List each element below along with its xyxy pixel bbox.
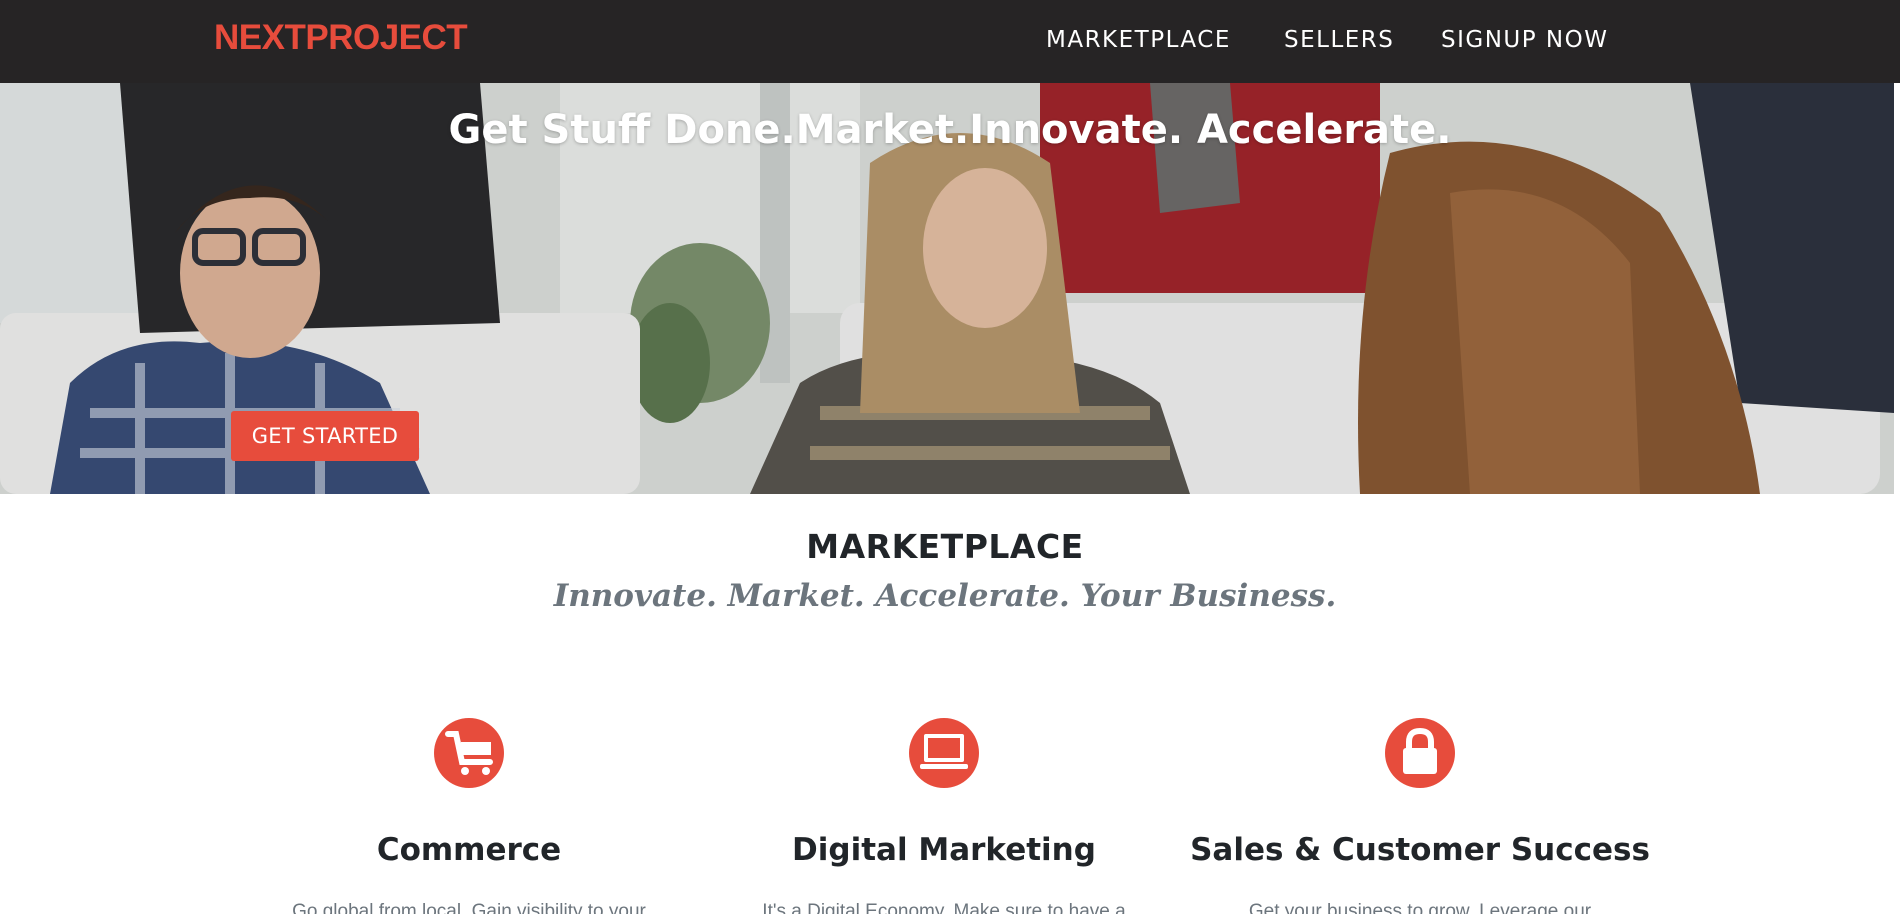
feature-digital-marketing: Digital Marketing It's a Digital Economy… xyxy=(704,718,1184,914)
brand-logo[interactable]: NEXTPROJECT xyxy=(214,18,468,58)
feature-description: Get your business to grow. Leverage our xyxy=(1248,901,1592,914)
section-subtitle: Innovate. Market. Accelerate. Your Busin… xyxy=(553,578,1337,614)
feature-sales-customer-success: Sales & Customer Success Get your busine… xyxy=(1180,718,1660,914)
feature-commerce: Commerce Go global from local. Gain visi… xyxy=(229,718,709,914)
nav-link-marketplace[interactable]: MARKETPLACE xyxy=(1046,27,1231,53)
lock-icon xyxy=(1385,718,1455,788)
section-title: MARKETPLACE xyxy=(806,527,1084,566)
hero-banner: Get Stuff Done.Market.Innovate. Accelera… xyxy=(0,83,1894,494)
feature-description: Go global from local. Gain visibility to… xyxy=(292,901,646,914)
get-started-button[interactable]: GET STARTED xyxy=(231,411,419,461)
nav-link-signup-now[interactable]: SIGNUP NOW xyxy=(1441,27,1608,53)
feature-heading: Commerce xyxy=(376,832,562,868)
nav-link-sellers[interactable]: SELLERS xyxy=(1284,27,1394,53)
feature-heading: Digital Marketing xyxy=(792,832,1096,868)
feature-description: It's a Digital Economy. Make sure to hav… xyxy=(762,901,1126,914)
shopping-cart-icon xyxy=(434,718,504,788)
feature-heading: Sales & Customer Success xyxy=(1190,832,1650,868)
hero-title: Get Stuff Done.Market.Innovate. Accelera… xyxy=(448,107,1452,153)
top-navbar: NEXTPROJECT MARKETPLACE SELLERS SIGNUP N… xyxy=(0,0,1900,83)
laptop-icon xyxy=(909,718,979,788)
